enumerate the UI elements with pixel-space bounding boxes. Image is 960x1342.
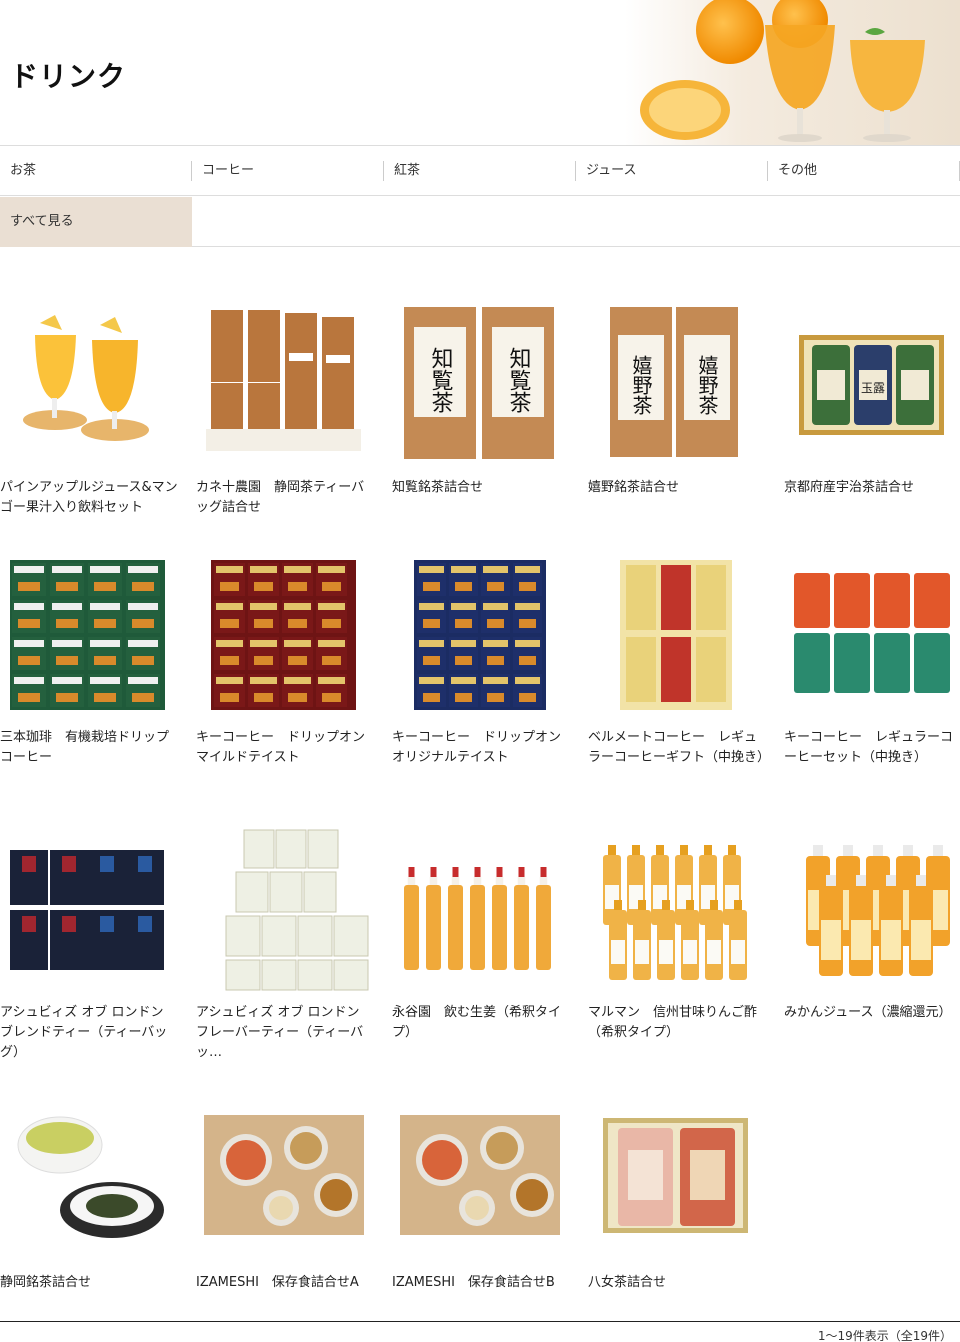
product-card[interactable]: 知覧茶 知覧茶 知覧銘茶詰合せ — [392, 295, 572, 498]
product-card[interactable]: マルマン 信州甘味りんご酢（希釈タイプ） — [588, 820, 768, 1043]
product-image[interactable] — [392, 1090, 567, 1265]
product-name[interactable]: アシュビィズ オブ ロンドン フレーバーティー（ティーバッ… — [196, 1003, 374, 1063]
product-name[interactable]: マルマン 信州甘味りんご酢（希釈タイプ） — [588, 1003, 766, 1043]
category-nav: お茶 コーヒー 紅茶 ジュース その他 すべて見る — [0, 145, 960, 247]
product-name[interactable]: 静岡銘茶詰合せ — [0, 1273, 178, 1293]
product-card[interactable]: 八女茶詰合せ — [588, 1090, 768, 1293]
product-card[interactable]: IZAMESHI 保存食詰合せB — [392, 1090, 572, 1293]
product-card[interactable]: パインアップルジュース&マンゴー果汁入り飲料セット — [0, 295, 180, 518]
product-name[interactable]: カネ十農園 静岡茶ティーバッグ詰合せ — [196, 478, 374, 518]
product-card[interactable]: キーコーヒー ドリップオンオリジナルテイスト — [392, 545, 572, 768]
product-card[interactable]: 嬉野茶 嬉野茶 嬉野銘茶詰合せ — [588, 295, 768, 498]
product-card[interactable]: カネ十農園 静岡茶ティーバッグ詰合せ — [196, 295, 376, 518]
footer-divider — [0, 1321, 960, 1322]
product-image[interactable] — [0, 1090, 175, 1265]
result-count: 1～19件表示（全19件） — [817, 1329, 952, 1342]
product-name[interactable]: 京都府産宇治茶詰合せ — [784, 478, 960, 498]
product-name[interactable]: キーコーヒー ドリップオンオリジナルテイスト — [392, 728, 570, 768]
page-title: ドリンク — [10, 60, 127, 93]
product-image[interactable] — [196, 545, 371, 720]
package-label: 知覧茶 — [506, 347, 532, 413]
product-card[interactable]: キーコーヒー ドリップオンマイルドテイスト — [196, 545, 376, 768]
hero-image — [625, 0, 960, 145]
product-name[interactable]: 知覧銘茶詰合せ — [392, 478, 570, 498]
category-tab-tea[interactable]: お茶 — [0, 146, 192, 196]
product-name[interactable]: 永谷園 飲む生姜（希釈タイプ） — [392, 1003, 570, 1043]
product-image[interactable] — [196, 1090, 371, 1265]
product-card[interactable]: 三本珈琲 有機栽培ドリップコーヒー — [0, 545, 180, 768]
product-card[interactable]: みかんジュース（濃縮還元） — [784, 820, 960, 1023]
category-tabs: お茶 コーヒー 紅茶 ジュース その他 — [0, 146, 960, 196]
category-tab-other[interactable]: その他 — [768, 146, 960, 196]
product-card[interactable]: アシュビィズ オブ ロンドン ブレンドティー（ティーバッグ） — [0, 820, 180, 1063]
product-image[interactable] — [588, 1090, 763, 1265]
package-label: 嬉野茶 — [695, 355, 719, 415]
package-label: 玉露 — [861, 381, 885, 395]
product-image[interactable]: 玉露 — [784, 295, 959, 470]
product-name[interactable]: 嬉野銘茶詰合せ — [588, 478, 766, 498]
product-name[interactable]: 八女茶詰合せ — [588, 1273, 766, 1293]
product-name[interactable]: 三本珈琲 有機栽培ドリップコーヒー — [0, 728, 178, 768]
product-image[interactable] — [588, 545, 763, 720]
product-card[interactable]: 静岡銘茶詰合せ — [0, 1090, 180, 1293]
product-card[interactable]: 永谷園 飲む生姜（希釈タイプ） — [392, 820, 572, 1043]
product-image[interactable] — [784, 545, 959, 720]
package-label: 知覧茶 — [428, 347, 454, 413]
product-card[interactable]: 玉露 京都府産宇治茶詰合せ — [784, 295, 960, 498]
product-image[interactable]: 嬉野茶 嬉野茶 — [588, 295, 763, 470]
view-all-link[interactable]: すべて見る — [0, 197, 192, 247]
package-label: 嬉野茶 — [629, 355, 653, 415]
product-image[interactable] — [588, 820, 763, 995]
product-card[interactable]: ベルメートコーヒー レギュラーコーヒーギフト（中挽き） — [588, 545, 770, 768]
category-tab-juice[interactable]: ジュース — [576, 146, 768, 196]
product-card[interactable]: アシュビィズ オブ ロンドン フレーバーティー（ティーバッ… — [196, 820, 376, 1063]
product-name[interactable]: IZAMESHI 保存食詰合せB — [392, 1273, 570, 1293]
product-name[interactable]: みかんジュース（濃縮還元） — [784, 1003, 960, 1023]
product-name[interactable]: キーコーヒー レギュラーコーヒーセット（中挽き） — [784, 728, 960, 768]
product-image[interactable] — [0, 545, 175, 720]
product-card[interactable]: IZAMESHI 保存食詰合せA — [196, 1090, 376, 1293]
product-name[interactable]: ベルメートコーヒー レギュラーコーヒーギフト（中挽き） — [588, 728, 770, 768]
product-card[interactable]: キーコーヒー レギュラーコーヒーセット（中挽き） — [784, 545, 960, 768]
product-image[interactable]: 知覧茶 知覧茶 — [392, 295, 567, 470]
product-name[interactable]: IZAMESHI 保存食詰合せA — [196, 1273, 374, 1293]
product-image[interactable] — [0, 820, 175, 995]
product-image[interactable] — [784, 820, 959, 995]
product-image[interactable] — [196, 295, 371, 470]
page-header: ドリンク — [0, 0, 960, 145]
product-name[interactable]: キーコーヒー ドリップオンマイルドテイスト — [196, 728, 374, 768]
category-tab-coffee[interactable]: コーヒー — [192, 146, 384, 196]
category-tab-black-tea[interactable]: 紅茶 — [384, 146, 576, 196]
product-name[interactable]: パインアップルジュース&マンゴー果汁入り飲料セット — [0, 478, 178, 518]
product-image[interactable] — [0, 295, 175, 470]
product-image[interactable] — [196, 820, 371, 995]
product-name[interactable]: アシュビィズ オブ ロンドン ブレンドティー（ティーバッグ） — [0, 1003, 178, 1063]
product-image[interactable] — [392, 820, 567, 995]
product-image[interactable] — [392, 545, 567, 720]
